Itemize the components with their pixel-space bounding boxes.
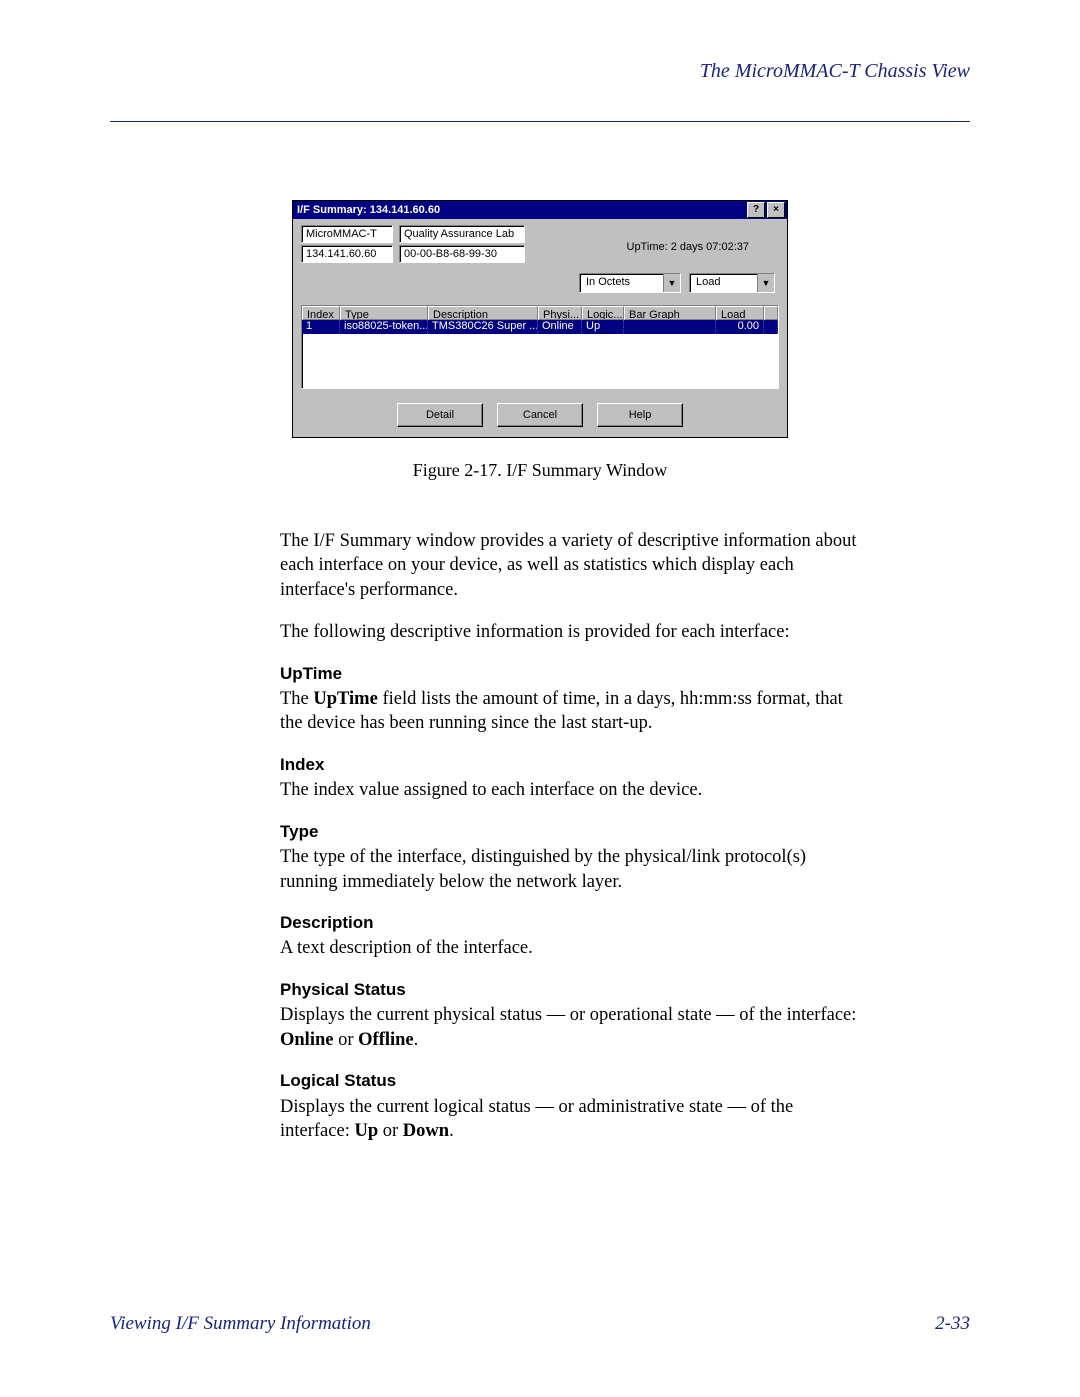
if-summary-window: I/F Summary: 134.141.60.60 ? × MicroMMAC… [292,200,788,438]
footer-page-number: 2-33 [935,1313,970,1335]
col-physical[interactable]: Physi... [538,306,582,320]
text-fragment: or [333,1030,358,1050]
text-fragment: The [280,689,313,709]
cell-physical: Online [538,320,582,334]
close-icon[interactable]: × [767,202,785,218]
chevron-down-icon[interactable]: ▼ [663,274,680,292]
uptime-label: UpTime: 2 days 07:02:37 [627,225,780,253]
intro-paragraph-2: The following descriptive information is… [280,620,860,644]
metric-select-value: In Octets [580,274,663,292]
text-bold: Down [403,1121,449,1141]
col-logical[interactable]: Logic... [582,306,624,320]
interface-list[interactable]: Index Type Description Physi... Logic...… [301,305,779,389]
figure-caption: Figure 2-17. I/F Summary Window [220,460,860,481]
unit-select[interactable]: Load ▼ [689,273,775,293]
unit-select-value: Load [690,274,757,292]
cell-description: TMS380C26 Super ... [428,320,538,334]
col-load[interactable]: Load [716,306,764,320]
term-description-heading: Description [280,912,860,934]
col-type[interactable]: Type [340,306,428,320]
cancel-button[interactable]: Cancel [497,403,583,427]
text-bold: Online [280,1030,333,1050]
term-logical-text: Displays the current logical status — or… [280,1095,860,1144]
table-row[interactable]: 1 iso88025-token... TMS380C26 Super ... … [302,320,778,334]
text-fragment: . [449,1121,454,1141]
cell-pad [764,320,778,334]
cell-load: 0.00 [716,320,764,334]
term-uptime-text: The UpTime field lists the amount of tim… [280,687,860,736]
term-index-heading: Index [280,754,860,776]
term-description-text: A text description of the interface. [280,936,860,960]
chevron-down-icon[interactable]: ▼ [757,274,774,292]
col-scroll-pad [764,306,778,320]
cell-bargraph [624,320,716,334]
help-button[interactable]: Help [597,403,683,427]
cell-logical: Up [582,320,624,334]
term-logical-heading: Logical Status [280,1070,860,1092]
term-type-heading: Type [280,821,860,843]
cell-type: iso88025-token... [340,320,428,334]
cell-index: 1 [302,320,340,334]
term-type-text: The type of the interface, distinguished… [280,845,860,894]
page-header-title: The MicroMMAC-T Chassis View [110,60,970,83]
text-fragment: Displays the current physical status — o… [280,1005,856,1025]
text-bold: UpTime [313,689,377,709]
metric-select[interactable]: In Octets ▼ [579,273,681,293]
device-mac-field: 00-00-B8-68-99-30 [399,245,525,263]
device-lab-field: Quality Assurance Lab [399,225,525,243]
term-physical-text: Displays the current physical status — o… [280,1003,860,1052]
text-bold: Offline [358,1030,414,1050]
footer-section: Viewing I/F Summary Information [110,1313,371,1335]
text-fragment: or [378,1121,403,1141]
col-description[interactable]: Description [428,306,538,320]
window-title: I/F Summary: 134.141.60.60 [297,204,745,216]
text-bold: Up [354,1121,378,1141]
col-bargraph[interactable]: Bar Graph [624,306,716,320]
device-ip-field: 134.141.60.60 [301,245,393,263]
help-icon[interactable]: ? [747,202,765,218]
term-uptime-heading: UpTime [280,663,860,685]
term-index-text: The index value assigned to each interfa… [280,778,860,802]
device-name-field: MicroMMAC-T [301,225,393,243]
titlebar[interactable]: I/F Summary: 134.141.60.60 ? × [293,201,787,219]
text-fragment: . [414,1030,419,1050]
intro-paragraph-1: The I/F Summary window provides a variet… [280,529,860,602]
col-index[interactable]: Index [302,306,340,320]
term-physical-heading: Physical Status [280,979,860,1001]
detail-button[interactable]: Detail [397,403,483,427]
list-header: Index Type Description Physi... Logic...… [302,306,778,320]
header-rule [110,121,970,122]
